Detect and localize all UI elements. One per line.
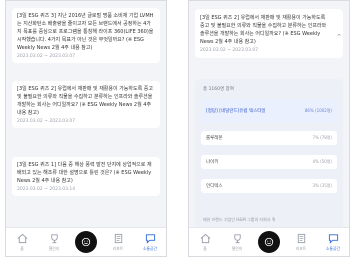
nav-label: 챌린지 <box>48 245 60 251</box>
nav-item-community[interactable]: 소통공간 <box>137 233 163 252</box>
phone-screen-quiz-list: [3일 ESG 퀴즈 3] 지난 2016년 글로벌 명품 소비재 기업 LVM… <box>5 0 167 257</box>
quiz-post-date: 2023.03.02 ~ 2023.03.07 <box>17 119 76 124</box>
center-button[interactable] <box>75 231 97 253</box>
smile-icon <box>264 237 274 247</box>
trophy-icon <box>50 233 58 243</box>
quiz-question: [3일 ESG 퀴즈 2] 유럽에서 재판매 및 재활용이 가능하도록 중고 및… <box>200 15 327 45</box>
quiz-post-card[interactable]: [3일 ESG 퀴즈 3] 지난 2016년 글로벌 명품 소비재 기업 LVM… <box>12 8 160 63</box>
nav-item-report[interactable]: 리포트 <box>105 233 131 252</box>
option-label: 룰루레몬 <box>206 136 223 141</box>
vote-option[interactable]: 룰루레몬 7% (78명) <box>201 131 337 145</box>
smile-icon <box>81 237 91 247</box>
option-label: [정답] [네덜란드]유럽 텍스타일 <box>206 108 266 114</box>
home-icon <box>17 233 27 243</box>
quiz-post-card[interactable]: [3일 ESG 퀴즈 1] 다음 중 해상 풍력 발전 단지에 상업적으로 재배… <box>12 157 160 196</box>
report-icon <box>297 233 305 243</box>
nav-label: 리포트 <box>112 245 124 251</box>
quiz-post-card[interactable]: [3일 ESG 퀴즈 2] 유럽에서 재판매 및 재활용이 가능하도록 중고 및… <box>12 81 160 128</box>
nav-label: 소통공간 <box>326 245 340 251</box>
chevron-up-icon[interactable]: ⌃ <box>336 33 342 41</box>
option-percent: 4% (50명) <box>312 159 332 164</box>
nav-item-challenge[interactable]: 챌린지 <box>41 233 67 252</box>
phone-screen-quiz-detail: [3일 ESG 퀴즈 2] 유럽에서 재판매 및 재활용이 가능하도록 중고 및… <box>188 0 350 257</box>
option-percent: 7% (78명) <box>312 135 332 140</box>
nav-label: 홈 <box>20 245 24 251</box>
report-icon <box>114 233 122 243</box>
nav-item-report[interactable]: 리포트 <box>288 233 314 252</box>
vote-results: 총 1160명 참여 [정답] [네덜란드]유럽 텍스타일 86% (1002명… <box>195 79 343 229</box>
quiz-post-date: 2023.03.02 ~ 2023.03.14 <box>17 187 76 192</box>
nav-item-center[interactable] <box>256 231 282 253</box>
chat-icon <box>328 233 338 244</box>
quiz-post-title: [3일 ESG 퀴즈 1] 다음 중 해상 풍력 발전 단지에 상업적으로 재배… <box>17 162 152 184</box>
quiz-date: 2023.03.02 ~ 2023.03.07 <box>200 48 259 53</box>
nav-item-challenge[interactable]: 챌린지 <box>224 233 250 252</box>
vote-option-answer[interactable]: [정답] [네덜란드]유럽 텍스타일 86% (1002명) <box>201 99 337 123</box>
option-percent: 86% (1002명) <box>304 108 332 113</box>
quiz-post-date: 2023.03.02 ~ 2023.03.07 <box>17 54 76 59</box>
nav-item-home[interactable]: 홈 <box>192 233 218 252</box>
quiz-post-title: [3일 ESG 퀴즈 3] 지난 2016년 글로벌 명품 소비재 기업 LVM… <box>17 13 154 51</box>
nav-label: 리포트 <box>295 245 307 251</box>
quiz-post-title: [3일 ESG 퀴즈 2] 유럽에서 재판매 및 재활용이 가능하도록 중고 및… <box>17 86 153 116</box>
nav-label: 홈 <box>203 245 207 251</box>
nav-item-community[interactable]: 소통공간 <box>320 233 346 252</box>
nav-label: 소통공간 <box>143 245 157 251</box>
vote-option[interactable]: 나이키 4% (50명) <box>201 155 337 169</box>
trophy-icon <box>233 233 241 243</box>
explanation-text: 패션 브랜드 기업인 H&M 그룹의 자회사 퀴 <box>203 217 276 222</box>
chat-icon <box>145 233 155 244</box>
nav-item-center[interactable] <box>73 231 99 253</box>
option-label: 인디텍스 <box>206 184 223 189</box>
nav-label: 챌린지 <box>231 245 243 251</box>
center-button[interactable] <box>258 231 280 253</box>
quiz-question-box: [3일 ESG 퀴즈 2] 유럽에서 재판매 및 재활용이 가능하도록 중고 및… <box>195 9 343 58</box>
nav-item-home[interactable]: 홈 <box>9 233 35 252</box>
option-percent: 3% (35명) <box>312 183 332 188</box>
vote-option[interactable]: 인디텍스 3% (35명) <box>201 179 337 193</box>
bottom-nav: 홈 챌린지 리포트 소통공간 <box>189 227 349 256</box>
option-label: 나이키 <box>206 160 219 165</box>
participant-count: 총 1160명 참여 <box>203 87 234 92</box>
bottom-nav: 홈 챌린지 리포트 소통공간 <box>6 227 166 256</box>
home-icon <box>200 233 210 243</box>
